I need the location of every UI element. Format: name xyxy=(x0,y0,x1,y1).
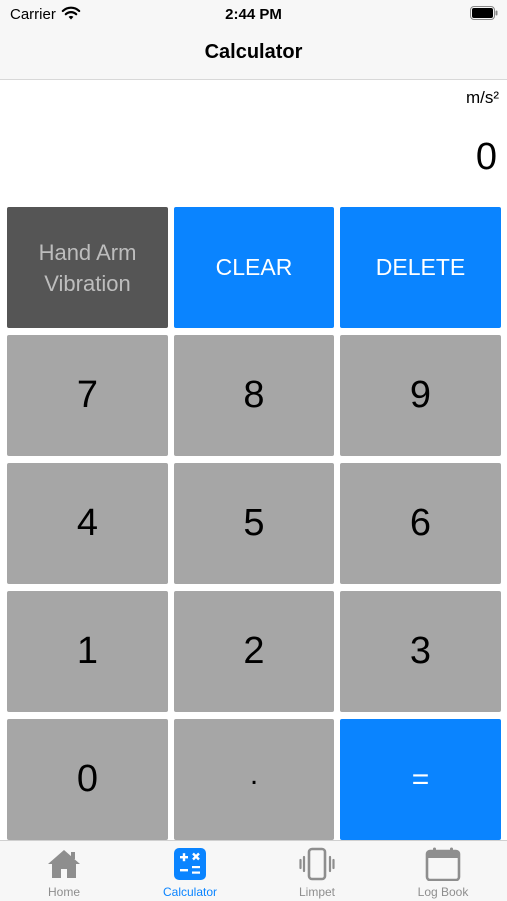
vibrating-phone-icon xyxy=(299,847,335,881)
key-2[interactable]: 2 xyxy=(174,591,334,712)
status-time: 2:44 PM xyxy=(225,6,282,23)
key-4[interactable]: 4 xyxy=(7,463,168,584)
battery-icon xyxy=(470,6,498,20)
clear-button[interactable]: CLEAR xyxy=(174,207,334,328)
key-8[interactable]: 8 xyxy=(174,335,334,456)
equals-button[interactable]: = xyxy=(340,719,501,840)
tab-limpet[interactable]: Limpet xyxy=(254,841,380,901)
mode-button-hand-arm-vibration[interactable]: Hand Arm Vibration xyxy=(7,207,168,328)
unit-label: m/s² xyxy=(465,88,499,107)
key-5[interactable]: 5 xyxy=(174,463,334,584)
calendar-icon xyxy=(425,847,461,881)
mode-label-line1: Hand Arm xyxy=(38,239,137,265)
key-3[interactable]: 3 xyxy=(340,591,501,712)
navigation-bar: Calculator xyxy=(0,30,507,80)
key-0[interactable]: 0 xyxy=(7,719,168,840)
calculator-icon xyxy=(174,848,206,880)
delete-button[interactable]: DELETE xyxy=(340,207,501,328)
display-value: 0 xyxy=(475,136,497,178)
key-9[interactable]: 9 xyxy=(340,335,501,456)
page-title: Calculator xyxy=(204,41,303,63)
tab-log-book-label: Log Book xyxy=(417,885,469,899)
tab-calculator-label: Calculator xyxy=(162,885,218,899)
mode-label-line2: Vibration xyxy=(44,270,131,296)
tab-limpet-label: Limpet xyxy=(298,885,336,899)
tab-home-label: Home xyxy=(47,885,80,899)
tab-calculator[interactable]: Calculator xyxy=(127,841,253,901)
tab-bar: Home Calculator Limpet Log Book xyxy=(0,840,507,901)
tab-home[interactable]: Home xyxy=(1,841,127,901)
key-6[interactable]: 6 xyxy=(340,463,501,584)
home-icon xyxy=(48,850,80,878)
tab-log-book[interactable]: Log Book xyxy=(380,841,506,901)
key-7[interactable]: 7 xyxy=(7,335,168,456)
key-1[interactable]: 1 xyxy=(7,591,168,712)
status-bar: Carrier 2:44 PM xyxy=(0,0,507,30)
decimal-point-button[interactable]: . xyxy=(174,719,334,840)
